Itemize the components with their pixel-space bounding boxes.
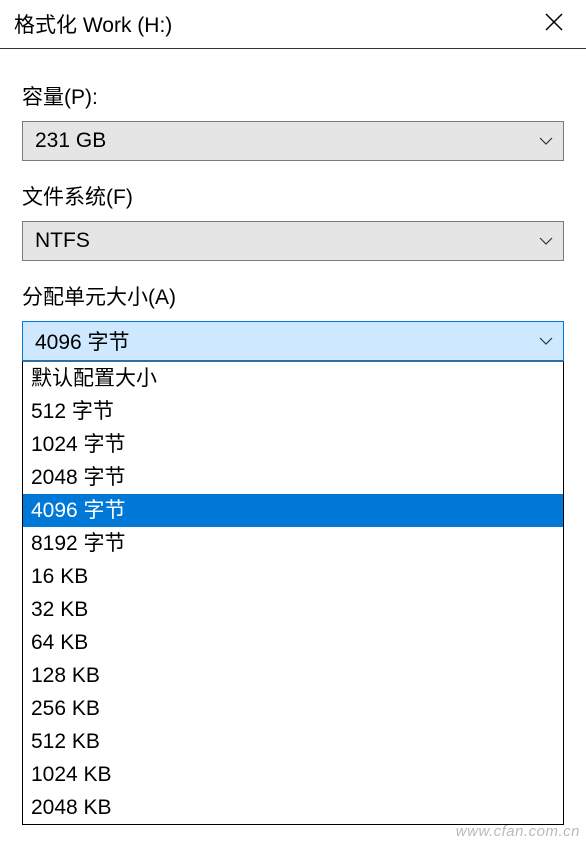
allocation-option[interactable]: 64 KB	[23, 626, 563, 659]
allocation-option[interactable]: 2048 字节	[23, 461, 563, 494]
allocation-option[interactable]: 1024 字节	[23, 428, 563, 461]
allocation-option[interactable]: 512 KB	[23, 725, 563, 758]
allocation-option[interactable]: 2048 KB	[23, 791, 563, 824]
capacity-label: 容量(P):	[22, 81, 564, 111]
close-button[interactable]	[534, 8, 574, 40]
allocation-option[interactable]: 1024 KB	[23, 758, 563, 791]
allocation-options-list: 默认配置大小512 字节1024 字节2048 字节4096 字节8192 字节…	[22, 361, 564, 825]
allocation-option[interactable]: 默认配置大小	[23, 362, 563, 395]
chevron-down-icon	[539, 337, 553, 345]
close-icon	[545, 13, 563, 36]
filesystem-select[interactable]: NTFS	[22, 221, 564, 261]
titlebar: 格式化 Work (H:)	[0, 0, 586, 49]
chevron-down-icon	[539, 137, 553, 145]
allocation-option[interactable]: 4096 字节	[23, 494, 563, 527]
filesystem-value: NTFS	[35, 229, 90, 253]
capacity-group: 容量(P): 231 GB	[22, 81, 564, 161]
allocation-group: 分配单元大小(A) 4096 字节 默认配置大小512 字节1024 字节204…	[22, 281, 564, 361]
allocation-option[interactable]: 256 KB	[23, 692, 563, 725]
allocation-label: 分配单元大小(A)	[22, 281, 564, 311]
allocation-value: 4096 字节	[35, 326, 130, 356]
allocation-option[interactable]: 128 KB	[23, 659, 563, 692]
allocation-option[interactable]: 16 KB	[23, 560, 563, 593]
chevron-down-icon	[539, 237, 553, 245]
allocation-option[interactable]: 512 字节	[23, 395, 563, 428]
allocation-select[interactable]: 4096 字节	[22, 321, 564, 361]
capacity-select[interactable]: 231 GB	[22, 121, 564, 161]
allocation-option[interactable]: 32 KB	[23, 593, 563, 626]
window-title: 格式化 Work (H:)	[14, 9, 172, 39]
dialog-content: 容量(P): 231 GB 文件系统(F) NTFS 分配单元大小(A) 409…	[0, 49, 586, 379]
filesystem-group: 文件系统(F) NTFS	[22, 181, 564, 261]
capacity-value: 231 GB	[35, 129, 106, 153]
watermark: www.cfan.com.cn	[456, 823, 580, 840]
allocation-dropdown: 4096 字节 默认配置大小512 字节1024 字节2048 字节4096 字…	[22, 321, 564, 361]
filesystem-label: 文件系统(F)	[22, 181, 564, 211]
allocation-option[interactable]: 8192 字节	[23, 527, 563, 560]
